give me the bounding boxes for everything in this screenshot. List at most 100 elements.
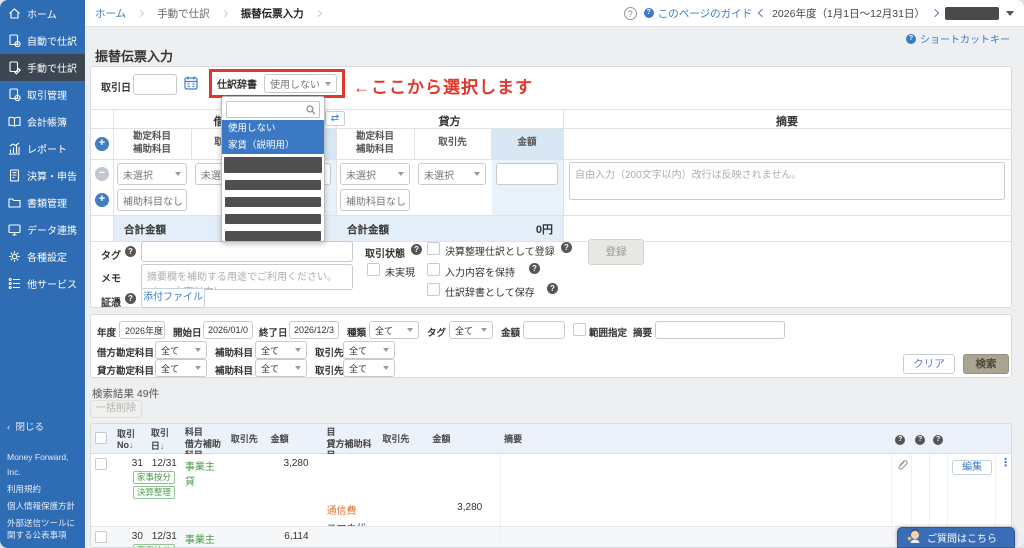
settlement-help-icon[interactable]: ? [561, 242, 572, 253]
tag-input[interactable] [141, 241, 353, 262]
filter-credit-sub-select[interactable]: 全て [255, 359, 307, 377]
tag-help-icon[interactable]: ? [125, 246, 136, 257]
credit-partner-select[interactable]: 未選択 [418, 163, 486, 185]
privacy-link[interactable]: 個人情報保護方針 [7, 500, 78, 513]
breadcrumb-manual-journal[interactable]: 手動で仕訳 [157, 6, 210, 21]
save-dictionary-help-icon[interactable]: ? [547, 283, 558, 294]
attachment-icon[interactable] [896, 458, 908, 471]
add-subrow-icon[interactable]: + [95, 193, 109, 207]
search-button[interactable]: 検索 [963, 354, 1009, 374]
filter-amount-input[interactable] [523, 321, 565, 339]
status-help-icon[interactable]: ? [411, 244, 422, 255]
sidebar-item-documents[interactable]: 書類管理 [0, 189, 85, 216]
dictionary-option-redacted[interactable] [225, 214, 321, 224]
prev-fiscal-year-icon[interactable] [757, 8, 767, 18]
dictionary-option-redacted[interactable] [224, 157, 322, 173]
sidebar-item-label: 書類管理 [27, 199, 67, 210]
chat-widget[interactable]: ご質問はこちら [897, 527, 1015, 548]
breadcrumb-home[interactable]: ホーム [95, 6, 126, 21]
app-window: ホーム 自動で仕訳 手動で仕訳 取引管理 会計帳簿 レポート 決算・申告 書類管… [0, 0, 1024, 548]
sidebar-item-label: データ連携 [27, 226, 77, 237]
sidebar-item-auto-journal[interactable]: 自動で仕訳 [0, 27, 85, 54]
fiscal-year-selector[interactable]: 2026年度（1月1日〜12月31日） [772, 6, 925, 21]
sidebar-item-report[interactable]: レポート [0, 135, 85, 162]
row-menu-icon[interactable]: ⋮ [1000, 457, 1011, 469]
filter-debit-account-select[interactable]: 全て [155, 341, 207, 359]
credit-account-select[interactable]: 未選択 [340, 163, 410, 185]
range-checkbox[interactable] [573, 323, 586, 336]
help-icon[interactable]: ? [915, 434, 926, 445]
credit-amount-input[interactable] [496, 163, 558, 185]
type-label: 種類 [347, 328, 367, 339]
keep-input-help-icon[interactable]: ? [529, 263, 540, 274]
row-checkbox[interactable] [95, 531, 107, 543]
summary-textarea[interactable] [569, 162, 1005, 200]
dictionary-option-none[interactable]: 使用しない [222, 120, 324, 137]
journal-dictionary-select[interactable]: 使用しない [264, 74, 337, 93]
col-header-summary: 摘要 [504, 434, 523, 444]
help-icon[interactable]: ? [895, 434, 906, 445]
calendar-icon[interactable] [183, 75, 199, 96]
unrealized-checkbox[interactable] [367, 263, 380, 276]
save-dictionary-checkbox[interactable] [427, 283, 440, 296]
sidebar-item-ledger[interactable]: 会計帳簿 [0, 108, 85, 135]
memo-textarea[interactable] [141, 264, 353, 290]
results-table-header: 取引No↓ 取引日↓ 借方勘定科目借方補助科目 取引先 金額 貸方勘定科目貸方補… [91, 424, 1011, 460]
keep-input-checkbox[interactable] [427, 263, 440, 276]
select-all-checkbox[interactable] [95, 431, 107, 444]
edit-button[interactable]: 編集 [952, 460, 993, 475]
sidebar-item-home[interactable]: ホーム [0, 0, 85, 27]
type-select[interactable]: 全て [369, 321, 419, 339]
start-date-input[interactable] [203, 321, 253, 339]
year-select[interactable]: 2026年度 [119, 321, 165, 339]
col-header-date[interactable]: 取引日↓ [147, 426, 181, 452]
terms-link[interactable]: 利用規約 [7, 483, 78, 496]
sidebar-item-settlement[interactable]: 決算・申告 [0, 162, 85, 189]
row-checkbox[interactable] [95, 458, 107, 470]
evidence-help-icon[interactable]: ? [125, 293, 136, 304]
remove-row-icon[interactable]: − [95, 167, 109, 181]
sidebar-item-transactions[interactable]: 取引管理 [0, 81, 85, 108]
filter-debit-sub-select[interactable]: 全て [255, 341, 307, 359]
credit-subaccount-select[interactable]: 補助科目なし [340, 189, 410, 211]
sidebar-item-manual-journal[interactable]: 手動で仕訳 [0, 54, 85, 81]
transaction-date-input[interactable] [133, 74, 177, 95]
dictionary-search-input[interactable] [226, 101, 320, 118]
help-icon[interactable]: ? [933, 434, 944, 445]
documents-icon [7, 195, 22, 210]
filter-debit-partner-select[interactable]: 全て [343, 341, 395, 359]
filter-summary-input[interactable] [655, 321, 785, 339]
filter-credit-partner-select[interactable]: 全て [343, 359, 395, 377]
attach-file-button[interactable]: 添付ファイル [141, 288, 205, 308]
debit-account-row-label: 借方勘定科目 [97, 348, 155, 359]
sidebar-collapse-button[interactable]: ‹ 閉じる [7, 420, 78, 436]
dictionary-option-redacted[interactable] [225, 231, 321, 241]
shortcut-key-link[interactable]: ? ショートカットキー [906, 31, 1010, 46]
sidebar-item-data-link[interactable]: データ連携 [0, 216, 85, 243]
sidebar-item-services[interactable]: 他サービス [0, 270, 85, 297]
search-icon [306, 104, 316, 114]
page-title: 振替伝票入力 [95, 49, 174, 64]
external-transmission-link[interactable]: 外部送信ツールに関する公表事項 [7, 517, 78, 543]
add-row-icon[interactable]: + [95, 137, 109, 151]
dictionary-option-rent[interactable]: 家賃（説明用） [222, 137, 324, 154]
end-date-input[interactable] [289, 321, 339, 339]
filter-tag-select[interactable]: 全て [449, 321, 493, 339]
bulk-delete-button[interactable]: 一括削除 [90, 400, 142, 418]
debit-subaccount-select[interactable]: 補助科目なし [117, 189, 187, 211]
page-guide-link[interactable]: ? このページのガイド [643, 6, 752, 21]
settlement-adjustment-checkbox[interactable] [427, 242, 440, 255]
office-name-redacted[interactable] [945, 6, 999, 20]
office-caret-icon[interactable] [1006, 10, 1014, 16]
debit-account-select[interactable]: 未選択 [117, 163, 187, 185]
sidebar-item-settings[interactable]: 各種設定 [0, 243, 85, 270]
col-header-no[interactable]: 取引No↓ [113, 427, 147, 450]
dictionary-option-redacted[interactable] [225, 180, 321, 190]
filter-credit-account-select[interactable]: 全て [155, 359, 207, 377]
next-fiscal-year-icon[interactable] [930, 8, 940, 18]
tag-label: タグ [101, 251, 121, 262]
submit-button[interactable]: 登録 [588, 239, 644, 265]
help-icon[interactable]: ? [623, 6, 637, 20]
clear-button[interactable]: クリア [903, 354, 955, 374]
dictionary-option-redacted[interactable] [225, 197, 321, 207]
